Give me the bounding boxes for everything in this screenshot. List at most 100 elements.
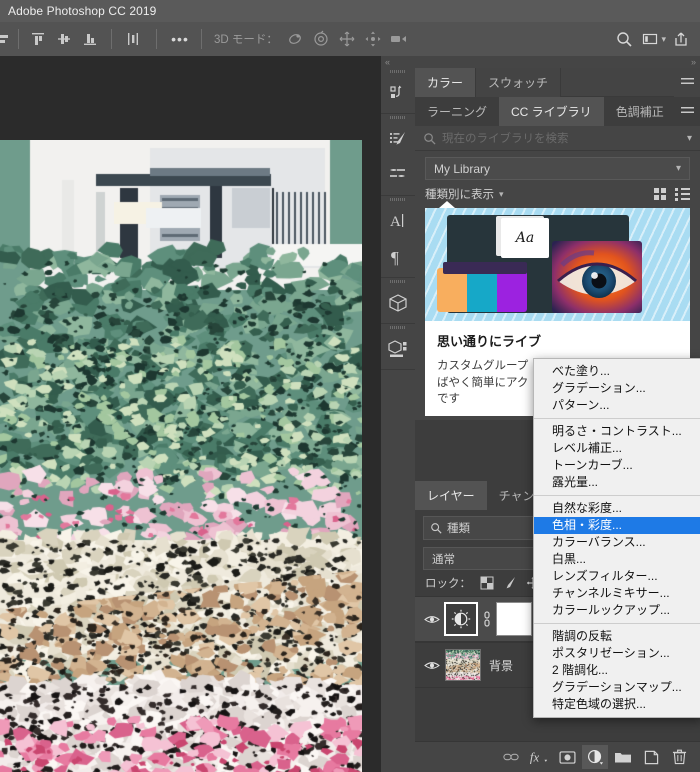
workspace-switcher-icon[interactable] (637, 26, 663, 52)
tab-cc-libraries[interactable]: CC ライブラリ (499, 97, 604, 126)
delete-layer-button[interactable] (666, 745, 692, 769)
tab-adjustments[interactable]: 色調補正 (603, 97, 676, 126)
lock-image-pixels-icon[interactable] (503, 576, 517, 590)
chevron-down-icon: ▾ (675, 163, 681, 174)
drag-3d-object-icon[interactable] (334, 26, 360, 52)
menu-item[interactable]: カラーバランス... (534, 534, 700, 551)
menu-item[interactable]: グラデーションマップ... (534, 679, 700, 696)
link-layers-button[interactable] (498, 745, 524, 769)
layer-visibility-toggle[interactable] (419, 660, 445, 671)
library-filter-button[interactable]: 種類別に表示 (425, 186, 494, 202)
roll-3d-object-icon[interactable] (308, 26, 334, 52)
color-panel-menu-icon[interactable] (674, 68, 700, 97)
title-bar: Adobe Photoshop CC 2019 (0, 0, 700, 22)
divider (18, 29, 19, 49)
more-options-button[interactable]: ••• (167, 26, 193, 52)
menu-item[interactable]: べた塗り... (534, 363, 700, 380)
lock-transparent-pixels-icon[interactable] (480, 576, 494, 590)
tab-learn[interactable]: ラーニング (415, 97, 500, 126)
panel-grip[interactable] (381, 68, 415, 75)
libraries-panel-menu-icon[interactable] (675, 97, 700, 126)
panel-grip[interactable] (381, 114, 415, 121)
menu-item[interactable]: 白黒... (534, 551, 700, 568)
collapsed-panel-rail: A ¶ (381, 68, 416, 772)
chevron-down-icon[interactable]: ▾ (661, 34, 666, 45)
libraries-tabstrip: ラーニング CC ライブラリ 色調補正 (415, 97, 700, 126)
new-layer-button[interactable] (638, 745, 664, 769)
layer-mask-thumbnail[interactable] (496, 602, 532, 636)
divider (111, 29, 112, 49)
tab-color[interactable]: カラー (415, 68, 477, 97)
menu-item[interactable]: チャンネルミキサー... (534, 585, 700, 602)
card-hero-image: Aa (425, 208, 690, 321)
rotate-3d-object-icon[interactable] (282, 26, 308, 52)
scale-3d-object-icon[interactable] (386, 26, 412, 52)
menu-item[interactable]: 特定色域の選択... (534, 696, 700, 713)
rail-group-3d-properties (381, 324, 415, 370)
menu-item[interactable]: トーンカーブ... (534, 457, 700, 474)
mode-label: 3D モード： (214, 34, 278, 46)
menu-item[interactable]: カラールックアップ... (534, 602, 700, 619)
share-icon[interactable] (668, 26, 694, 52)
add-layer-mask-button[interactable] (554, 745, 580, 769)
tab-layers[interactable]: レイヤー (415, 481, 487, 510)
library-search-row[interactable]: 現在のライブラリを検索 ▾ (415, 126, 700, 151)
tab-label: カラー (427, 76, 464, 90)
mask-link-icon[interactable] (481, 611, 493, 627)
menu-item[interactable]: レベル補正... (534, 440, 700, 457)
rail-brush-presets-icon[interactable] (381, 121, 415, 157)
slide-3d-object-icon[interactable] (360, 26, 386, 52)
menu-item[interactable]: 色相・彩度... (534, 517, 700, 534)
rail-character-icon[interactable]: A (381, 203, 415, 239)
menu-item[interactable]: 露光量... (534, 474, 700, 491)
divider (201, 29, 202, 49)
library-filter-row: 種類別に表示 ▾ (415, 184, 700, 208)
menu-item[interactable]: 階調の反転 (534, 628, 700, 645)
new-group-button[interactable] (610, 745, 636, 769)
tab-swatches[interactable]: スウォッチ (476, 68, 562, 97)
layer-visibility-toggle[interactable] (419, 614, 445, 625)
layer-style-button[interactable]: fx (526, 745, 552, 769)
search-icon[interactable] (611, 26, 637, 52)
align-bottom-edges-icon[interactable] (77, 26, 103, 52)
rail-history-actions-icon[interactable] (381, 75, 415, 111)
library-select[interactable]: My Library ▾ (425, 157, 690, 180)
align-vertical-centers-icon[interactable] (51, 26, 77, 52)
brightness-contrast-icon[interactable] (444, 602, 478, 636)
rail-paragraph-icon[interactable]: ¶ (381, 239, 415, 275)
card-title: 思い通りにライブ (437, 334, 542, 349)
list-view-icon[interactable] (675, 187, 690, 201)
panel-grip[interactable] (381, 196, 415, 203)
menu-item[interactable]: 自然な彩度... (534, 500, 700, 517)
menu-item[interactable]: 2 階調化... (534, 662, 700, 679)
app-title: Adobe Photoshop CC 2019 (8, 4, 157, 18)
card-caret (439, 201, 455, 208)
layer-filter-value: 種類 (447, 523, 470, 535)
tab-label: CC ライブラリ (511, 105, 592, 119)
rail-3d-icon[interactable] (381, 285, 415, 321)
grid-view-icon[interactable] (654, 188, 666, 200)
align-left-edges-icon[interactable] (0, 26, 12, 52)
document-area[interactable] (0, 56, 381, 772)
menu-separator (534, 418, 700, 419)
rail-3d-properties-icon[interactable] (381, 331, 415, 367)
chevron-down-icon[interactable]: ▾ (687, 133, 692, 144)
distribute-horizontal-icon[interactable] (120, 26, 146, 52)
menu-item[interactable]: 明るさ・コントラスト... (534, 423, 700, 440)
expand-panels-button[interactable]: » (687, 56, 700, 68)
rail-brush-settings-icon[interactable] (381, 157, 415, 193)
menu-item[interactable]: パターン... (534, 397, 700, 414)
menu-item[interactable]: ポスタリゼーション... (534, 645, 700, 662)
new-adjustment-layer-button[interactable] (582, 745, 608, 769)
panel-grip[interactable] (381, 324, 415, 331)
chevron-down-icon[interactable]: ▾ (499, 189, 504, 200)
search-icon (430, 522, 442, 534)
adjustment-layer-context-menu[interactable]: べた塗り... グラデーション... パターン... 明るさ・コントラスト... レベル… (533, 358, 700, 718)
panel-grip[interactable] (381, 278, 415, 285)
menu-item[interactable]: レンズフィルター... (534, 568, 700, 585)
layer-thumbnail[interactable] (445, 649, 481, 681)
align-top-edges-icon[interactable] (25, 26, 51, 52)
menu-item[interactable]: グラデーション... (534, 380, 700, 397)
collapse-panels-button[interactable]: « (381, 56, 394, 68)
canvas-image[interactable] (0, 140, 362, 772)
